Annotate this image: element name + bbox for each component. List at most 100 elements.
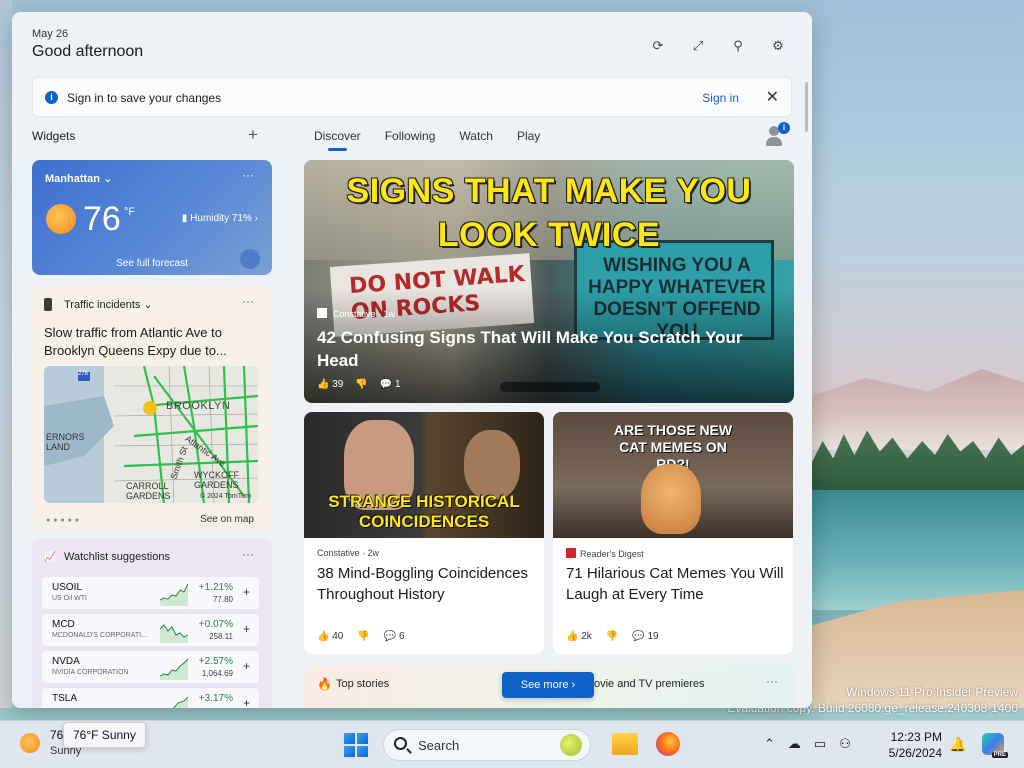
see-full-forecast-link[interactable]: See full forecast (32, 258, 272, 269)
stock-row[interactable]: USOIL US Oil WTI +1.21% 77.80 + (42, 577, 259, 609)
like-button[interactable]: 👍 39 (317, 379, 343, 390)
story-source: Reader's Digest (566, 548, 644, 559)
tab-watch[interactable]: Watch (459, 129, 493, 151)
movie-premieres-label[interactable]: ovie and TV premieres (594, 678, 704, 690)
stock-name: NVIDIA CORPORATION (52, 669, 129, 676)
weather-widget[interactable]: Manhattan ⌄ ··· 76 °F ▮ Humidity 71% › S… (32, 160, 272, 275)
signin-link[interactable]: Sign in (702, 91, 739, 105)
network-disconnected-icon[interactable]: ☁ (788, 736, 801, 752)
hero-image-headline-1: SIGNS THAT MAKE YOU (346, 172, 752, 210)
refresh-icon[interactable]: ⟳ (648, 36, 668, 56)
story-card[interactable]: ARE THOSE NEW CAT MEMES ON RD?! Reader's… (553, 412, 793, 654)
stock-symbol: USOIL (52, 582, 83, 593)
search-icon (394, 737, 407, 750)
stock-row[interactable]: MCD MCDONALD'S CORPORATI... +0.07% 258.1… (42, 614, 259, 646)
stock-price: 1,064.69 (201, 669, 233, 678)
thumbs-up-icon: 👍 (566, 631, 579, 642)
start-windows-icon[interactable] (344, 733, 368, 757)
add-to-watchlist-plus-icon[interactable]: + (243, 659, 250, 673)
like-button[interactable]: 👍 40 (317, 631, 343, 642)
desktop-background-edge (0, 0, 12, 708)
tab-play[interactable]: Play (517, 129, 540, 151)
humidity-label: Humidity 71% (190, 213, 252, 224)
weather-temperature: 76 (83, 200, 121, 238)
signin-message: Sign in to save your changes (67, 91, 222, 105)
stock-row[interactable]: NVDA NVIDIA CORPORATION +2.57% 1,064.69 … (42, 651, 259, 683)
chevron-right-icon: › (571, 679, 576, 691)
story-title[interactable]: 38 Mind-Boggling Coincidences Throughout… (317, 563, 537, 605)
map-label-ernors-land: ERNORS LAND (46, 432, 85, 452)
pin-icon[interactable]: ⚲ (728, 36, 748, 56)
stock-symbol: MCD (52, 619, 75, 630)
weather-tooltip: 76°F Sunny (63, 722, 146, 748)
see-on-map-link[interactable]: See on map (200, 514, 254, 525)
weather-location[interactable]: Manhattan ⌄ (45, 172, 112, 185)
traffic-map[interactable]: BROOKLYN ERNORS LAND Atlantic Ave Smith … (44, 366, 258, 503)
hero-story-card[interactable]: DO NOT WALK ON ROCKS WISHING YOU A HAPPY… (304, 160, 794, 403)
hero-carousel-pager[interactable] (500, 382, 600, 392)
more-options-icon[interactable]: ··· (766, 674, 778, 688)
stock-change: +0.07% (198, 619, 233, 630)
humidity-drop-icon: ▮ (181, 213, 188, 224)
tab-discover[interactable]: Discover (314, 129, 361, 151)
carousel-dots[interactable]: ●●●●● (46, 517, 82, 524)
top-stories-label[interactable]: Top stories (336, 678, 389, 690)
weather-radar-thumbnail (240, 249, 260, 269)
traffic-light-icon (44, 298, 52, 311)
close-icon[interactable]: ✕ (766, 87, 779, 107)
comment-button[interactable]: 💬 19 (632, 631, 658, 642)
more-options-icon[interactable]: ··· (242, 168, 254, 182)
comment-icon: 💬 (379, 379, 393, 390)
story-card[interactable]: STRANGE HISTORICAL COINCIDENCES Constati… (304, 412, 544, 654)
more-options-icon[interactable]: ··· (242, 294, 254, 308)
panel-header-actions: ⟳ ⤢ ⚲ ⚙ (648, 36, 788, 56)
sunny-icon (46, 204, 76, 234)
add-to-watchlist-plus-icon[interactable]: + (243, 696, 250, 708)
panel-scrollbar[interactable] (805, 82, 808, 132)
map-label-wyckoff: WYCKOFF GARDENS (194, 470, 239, 490)
hero-title[interactable]: 42 Confusing Signs That Will Make You Sc… (317, 326, 787, 372)
thumbs-up-icon: 👍 (317, 631, 330, 642)
search-highlight-icon[interactable] (560, 734, 582, 756)
avatar-body (766, 137, 782, 146)
comment-button[interactable]: 💬 1 (380, 379, 401, 390)
accessibility-icon[interactable]: ⚇ (839, 736, 851, 752)
profile-avatar-icon[interactable]: i (764, 122, 790, 148)
tab-following[interactable]: Following (385, 129, 436, 151)
expand-icon[interactable]: ⤢ (688, 36, 708, 56)
comment-button[interactable]: 💬 6 (384, 631, 405, 642)
settings-gear-icon[interactable]: ⚙ (768, 36, 788, 56)
taskbar-weather-temp[interactable]: 76 (50, 728, 63, 742)
add-to-watchlist-plus-icon[interactable]: + (243, 622, 250, 636)
hero-source: Constative · 1w (317, 308, 395, 319)
comment-icon: 💬 (632, 631, 645, 642)
stock-chart-icon: 📈 (44, 552, 57, 563)
add-to-watchlist-plus-icon[interactable]: + (243, 585, 250, 599)
file-explorer-icon[interactable] (612, 733, 638, 755)
chevron-up-icon[interactable]: ⌃ (764, 736, 775, 752)
taskbar-clock[interactable]: 12:23 PM 5/26/2024 (884, 729, 942, 761)
stock-row[interactable]: TSLA +3.17% + (42, 688, 259, 708)
thumbs-down-icon[interactable]: 👎 (357, 631, 369, 642)
thumbs-up-icon: 👍 (317, 379, 330, 390)
story-title[interactable]: 71 Hilarious Cat Memes You Will Laugh at… (566, 563, 786, 605)
notification-bell-icon[interactable]: 🔔 (949, 736, 966, 753)
display-icon[interactable]: ▭ (814, 736, 826, 752)
like-count: 39 (332, 379, 344, 390)
thumbs-down-icon[interactable]: 👎 (606, 631, 618, 642)
add-widget-plus-icon[interactable]: + (248, 125, 258, 145)
copilot-icon[interactable]: PRE (982, 733, 1008, 758)
readers-digest-logo-icon (566, 548, 576, 558)
taskbar-weather-sun-icon[interactable] (20, 733, 40, 753)
weather-unit: °F (124, 206, 136, 218)
more-options-icon[interactable]: ··· (242, 547, 254, 561)
firefox-icon[interactable] (656, 732, 680, 756)
like-count: 2k (581, 631, 592, 642)
watchlist-widget[interactable]: 📈 Watchlist suggestions ··· USOIL US Oil… (32, 539, 272, 708)
traffic-widget[interactable]: Traffic incidents ⌄ ··· Slow traffic fro… (32, 286, 272, 531)
taskbar-search-box[interactable]: Search (383, 729, 591, 761)
see-more-button[interactable]: See more › (502, 672, 594, 698)
thumbs-down-icon[interactable]: 👎 (355, 379, 367, 390)
weather-location-label: Manhattan (45, 173, 100, 185)
like-button[interactable]: 👍 2k (566, 631, 592, 642)
